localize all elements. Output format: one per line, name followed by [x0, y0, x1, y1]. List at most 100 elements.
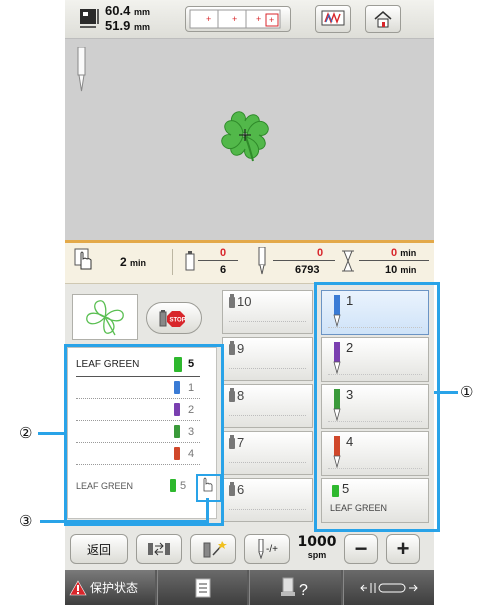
design-thumbnail: [72, 294, 138, 340]
monitor-icon: [321, 10, 345, 26]
remaining-current: 0 min: [391, 247, 416, 259]
hand-time-value: 2: [120, 255, 127, 269]
svg-text:+: +: [232, 14, 237, 24]
sort-spools-icon: [148, 542, 170, 556]
needle-slot-button[interactable]: 8: [222, 384, 313, 428]
hourglass-icon: [341, 250, 355, 272]
svg-text:+: +: [256, 14, 261, 24]
remaining-current-value: 0: [391, 247, 398, 259]
speed-readout: 1000 spm: [296, 534, 338, 564]
slot-divider: [229, 415, 306, 416]
top-bar: 60.4 mm 51.9 mm + + + +: [65, 0, 434, 39]
frame-selector-button[interactable]: + + + +: [185, 6, 291, 32]
clover-design-icon: [215, 105, 275, 165]
callout-frame-hand: [196, 474, 222, 502]
thread-color-button[interactable]: [190, 534, 236, 564]
svg-text:STOP: STOP: [170, 318, 186, 324]
spool-icon: [229, 435, 235, 449]
minus-icon: −: [354, 536, 368, 561]
slot-divider: [229, 509, 306, 510]
frame-move-button[interactable]: [343, 570, 434, 605]
color-count-current: 0: [220, 247, 227, 259]
back-button[interactable]: 返回: [70, 534, 128, 564]
svg-text:?: ?: [299, 582, 308, 599]
clover-outline-icon: [86, 300, 124, 336]
needle-slot-button[interactable]: 6: [222, 478, 313, 522]
needle-position-icon: [76, 46, 88, 93]
help-button[interactable]: ?: [249, 570, 341, 605]
remaining-total-value: 10: [385, 264, 398, 276]
size-unit: mm: [133, 22, 150, 32]
speed-value: 1000: [297, 534, 337, 550]
frame-move-icon: [360, 582, 418, 593]
needle-slot-button[interactable]: 10: [222, 290, 313, 334]
remaining-total-unit: min: [400, 265, 417, 275]
status-divider: [172, 249, 173, 275]
thread-spool-icon: [185, 251, 195, 271]
needle-slot-number: 10: [237, 294, 252, 309]
needle-slot-button[interactable]: 7: [222, 431, 313, 475]
machine-help-icon: ?: [280, 577, 308, 599]
stitch-count-fraction: 0 6793: [273, 246, 335, 280]
remaining-total: 10 min: [385, 264, 416, 276]
home-button[interactable]: [365, 5, 401, 33]
protect-state-button[interactable]: 保护状态: [65, 570, 155, 605]
callout-leader-1: [434, 391, 458, 394]
size-icon: [77, 7, 99, 29]
home-icon: [374, 11, 392, 28]
embroidery-view-button[interactable]: [315, 5, 351, 33]
hand-time-unit: min: [130, 258, 147, 268]
needle-slot-number: 6: [237, 482, 245, 497]
spool-icon: [229, 341, 235, 355]
needle-column-upper: 10 9 8 7 6: [222, 290, 313, 522]
stitch-count-total: 6793: [295, 264, 320, 276]
hand-time-icon: [73, 247, 95, 273]
hand-time-readout: 2 min: [120, 255, 146, 269]
slot-divider: [229, 462, 306, 463]
list-document-icon: [195, 578, 210, 597]
thread-stop-button[interactable]: STOP: [146, 302, 202, 334]
plus-icon: +: [396, 536, 410, 561]
speed-unit: spm: [307, 550, 327, 560]
frame-icon: + + + +: [189, 9, 281, 29]
speed-decrease-button[interactable]: −: [344, 534, 378, 564]
callout-leader-2: [38, 432, 64, 435]
callout-number-2: ②: [19, 425, 33, 442]
pattern-list-button[interactable]: [157, 570, 247, 605]
stitch-count-current: 0: [317, 247, 324, 259]
needle-slot-number: 8: [237, 388, 245, 403]
needle-slot-button[interactable]: 9: [222, 337, 313, 381]
bottom-toolbar: 保护状态 ?: [65, 570, 434, 605]
callout-frame-needle-column: [314, 282, 440, 532]
needle-slot-number: 7: [237, 435, 245, 450]
color-sort-button[interactable]: [136, 534, 182, 564]
embroidery-preview: [65, 38, 434, 242]
callout-number-1: ①: [460, 384, 474, 401]
slot-divider: [229, 321, 306, 322]
needle-stitch-icon: [257, 246, 267, 275]
size-height: 51.9: [105, 18, 131, 33]
stop-spool-icon: STOP: [159, 310, 186, 327]
protect-state-label: 保护状态: [90, 581, 139, 595]
spool-wand-icon: [203, 541, 227, 558]
slot-divider: [229, 368, 306, 369]
remaining-current-unit: min: [400, 248, 417, 258]
size-readout: 60.4 mm 51.9 mm: [105, 4, 150, 34]
remaining-time-fraction: 0 min 10 min: [359, 246, 429, 280]
size-unit: mm: [133, 7, 150, 17]
callout-number-3: ③: [19, 513, 33, 530]
size-width: 60.4: [105, 3, 131, 18]
sewing-status-bar: 2 min 0 6 0 6793 0 min 10 min: [65, 240, 434, 284]
svg-text:+: +: [206, 14, 211, 24]
needle-toggle-button[interactable]: -/+: [244, 534, 290, 564]
needle-toggle-label: -/+: [266, 543, 278, 555]
spool-icon: [229, 294, 235, 308]
needle-icon: [258, 539, 264, 559]
callout-leader-3-v: [206, 498, 209, 522]
color-count-fraction: 0 6: [198, 246, 238, 280]
spool-icon: [229, 388, 235, 402]
callout-leader-3-h: [40, 520, 209, 523]
spool-icon: [229, 482, 235, 496]
speed-increase-button[interactable]: +: [386, 534, 420, 564]
back-button-label: 返回: [86, 542, 111, 557]
